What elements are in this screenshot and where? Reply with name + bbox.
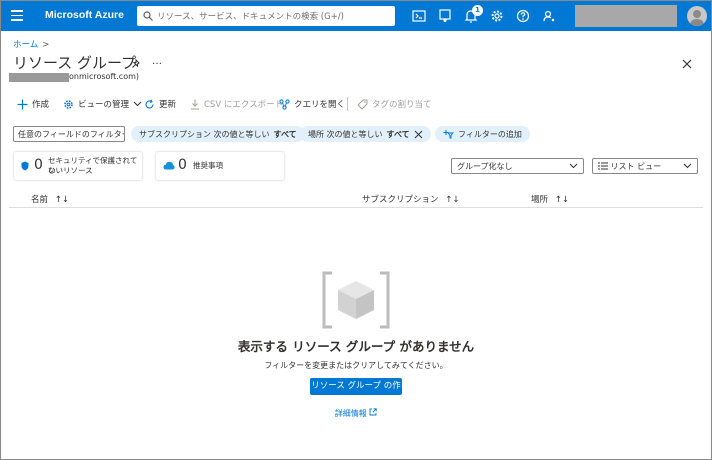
gear-icon [64,99,73,109]
empty-state-title: 表示する リソース グループ がありません [237,339,475,354]
unprotected-count: 0 [34,157,43,173]
unprotected-resources-card[interactable]: 0 セキュリティで保護されてい ないリソース [14,152,142,180]
directory-filter-icon[interactable] [437,8,453,24]
refresh-button[interactable]: 更新 [144,98,176,110]
notification-badge: 1 [472,5,483,16]
assign-tags-button[interactable]: タグの割り当て [357,98,432,110]
chevron-down-icon [569,163,578,169]
cloud-icon [163,161,175,170]
create-resource-group-button[interactable]: リソース グループ の作成 [310,378,402,408]
settings-icon[interactable] [489,8,505,24]
sort-icon: ↑↓ [554,195,569,205]
breadcrumb-home[interactable]: ホーム [13,40,38,50]
column-header-name[interactable]: 名前 ↑↓ [31,193,69,205]
more-options-button[interactable]: … [152,56,162,67]
cloud-shell-icon[interactable] [411,8,427,24]
tag-icon [357,99,368,110]
recommendations-count: 0 [178,157,187,173]
account-info[interactable] [575,5,677,27]
shield-icon [21,161,29,171]
open-query-button[interactable]: クエリを開く [279,98,345,110]
feedback-icon[interactable] [541,8,557,24]
help-icon[interactable] [515,8,531,24]
refresh-icon [145,99,154,108]
location-filter-pill[interactable]: 場所 次の値と等しい すべて [300,126,431,142]
user-icon [690,10,704,26]
search-placeholder: リソース、サービス、ドキュメントの検索 (G+/) [157,12,344,22]
close-icon[interactable] [682,59,692,69]
learn-more-link[interactable]: 詳細情報 [1,408,711,419]
create-button[interactable]: 作成 [17,98,49,110]
menu-icon[interactable] [11,10,23,22]
add-filter-button[interactable]: フィルターの追加 [435,126,530,142]
download-icon [191,99,199,109]
table-header-divider [9,207,703,208]
subscription-filter-pill[interactable]: サブスクリプション 次の値と等しい すべて [131,126,305,142]
list-icon [598,162,608,170]
csv-export-button[interactable]: CSV にエクスポート [190,98,283,110]
tenant-domain: onmicrosoft.com) [69,72,140,81]
query-icon [279,98,290,110]
breadcrumb: ホーム > [13,38,49,50]
add-filter-icon [443,130,454,139]
field-filter-input[interactable]: 任意のフィールドのフィルター... [13,126,125,142]
search-input[interactable]: リソース、サービス、ドキュメントの検索 (G+/) [137,6,395,26]
recommendations-card[interactable]: 0 推奨事項 [156,152,284,180]
grouping-dropdown[interactable]: グループ化なし [451,158,584,174]
page-title: リソース グループ [13,54,137,72]
pin-icon[interactable] [131,59,141,69]
command-separator [347,97,348,111]
view-mode-dropdown[interactable]: リスト ビュー [592,158,698,174]
breadcrumb-separator: > [42,40,50,50]
avatar[interactable] [687,6,707,26]
empty-resource-group-icon [322,271,390,329]
tenant-name-redacted [9,73,69,82]
brand-logo[interactable]: Microsoft Azure [45,9,124,21]
search-icon [143,11,153,21]
external-link-icon [369,408,377,416]
close-icon[interactable] [414,130,423,139]
recommendations-label: 推奨事項 [193,161,223,170]
sort-icon: ↑↓ [54,195,69,205]
unprotected-label-line2: ないリソース [48,166,93,175]
sort-icon: ↑↓ [445,195,460,205]
plus-icon [17,99,28,109]
column-header-subscription[interactable]: サブスクリプション ↑↓ [362,193,459,205]
column-header-location[interactable]: 場所 ↑↓ [531,193,569,205]
manage-view-button[interactable]: ビューの管理 [63,98,142,110]
chevron-down-icon [133,101,142,107]
empty-state-description: フィルターを変更またはクリアしてみてください。 [264,361,448,370]
chevron-down-icon [683,163,692,169]
